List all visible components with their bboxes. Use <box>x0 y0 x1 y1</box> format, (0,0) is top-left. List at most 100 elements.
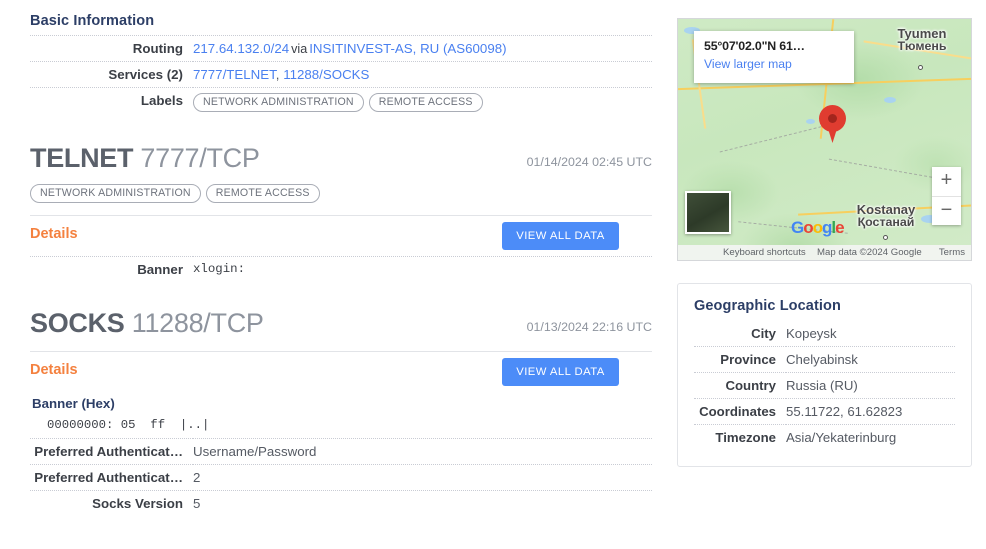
labels-value: NETWORK ADMINISTRATION REMOTE ACCESS <box>193 88 652 118</box>
google-logo-o1: o <box>803 218 813 237</box>
telnet-label-network-administration[interactable]: NETWORK ADMINISTRATION <box>30 184 201 204</box>
routing-asn-link[interactable]: AS60098 <box>447 41 502 56</box>
telnet-banner-value: xlogin: <box>193 262 246 277</box>
map-city-label-kostanay: Kostanay Қостанай <box>838 203 934 229</box>
telnet-title: TELNET 7777/TCP <box>30 143 260 173</box>
right-column: Tyumen Тюмень Kostanay Қостанай 55°07'02… <box>677 18 972 467</box>
telnet-protocol: TELNET <box>30 143 134 174</box>
pin-dot <box>828 114 837 123</box>
socks-version-row: Socks Version 5 <box>30 490 652 517</box>
geo-row-timezone: Timezone Asia/Yekaterinburg <box>694 424 955 451</box>
socks-port: 11288/TCP <box>131 308 264 339</box>
service-link-telnet[interactable]: 7777/TELNET <box>193 67 276 82</box>
label-pill-network-administration[interactable]: NETWORK ADMINISTRATION <box>193 93 364 113</box>
map-city-dot-kostanay <box>883 235 888 240</box>
map-city-label-tyumen: Tyumen Тюмень <box>878 27 966 53</box>
telnet-banner-label: Banner <box>137 262 183 278</box>
socks-version-value: 5 <box>193 496 201 512</box>
map-city-kostanay-ru: Қостанай <box>857 215 915 230</box>
google-logo: Google <box>791 218 845 238</box>
left-column: Basic Information Routing 217.64.132.0/2… <box>30 0 652 516</box>
geo-province-label: Province <box>720 352 776 367</box>
telnet-details-heading: Details <box>30 226 78 243</box>
location-map[interactable]: Tyumen Тюмень Kostanay Қостанай 55°07'02… <box>677 18 972 261</box>
service-section-telnet: TELNET 7777/TCP 01/14/2024 02:45 UTC NET… <box>30 143 652 282</box>
socks-pref-auth-code-value: 2 <box>193 470 201 486</box>
telnet-header: TELNET 7777/TCP 01/14/2024 02:45 UTC <box>30 143 652 174</box>
telnet-port: 7777/TCP <box>140 143 260 174</box>
telnet-divider <box>30 215 652 217</box>
labels-label: Labels <box>140 93 183 108</box>
map-keyboard-shortcuts-link[interactable]: Keyboard shortcuts <box>723 245 806 260</box>
map-terms-link[interactable]: Terms <box>939 245 965 260</box>
telnet-timestamp: 01/14/2024 02:45 UTC <box>526 155 652 170</box>
geo-city-label: City <box>751 326 776 341</box>
telnet-label-remote-access[interactable]: REMOTE ACCESS <box>205 184 320 204</box>
geo-row-province: Province Chelyabinsk <box>694 346 955 373</box>
map-info-card: 55°07'02.0"N 61… View larger map <box>694 31 854 83</box>
telnet-labels: NETWORK ADMINISTRATION REMOTE ACCESS <box>30 183 652 204</box>
basic-information-title: Basic Information <box>30 13 155 29</box>
geo-timezone-value: Asia/Yekaterinburg <box>786 430 897 445</box>
routing-prefix-link[interactable]: 217.64.132.0/24 <box>193 41 289 56</box>
routing-label: Routing <box>132 41 183 56</box>
socks-version-label: Socks Version <box>92 496 183 512</box>
google-logo-g2: g <box>822 218 832 237</box>
map-location-pin[interactable] <box>819 105 846 143</box>
google-logo-g1: G <box>791 218 804 237</box>
services-row: Services (2) 7777/TELNET, 11288/SOCKS <box>30 61 652 88</box>
geo-row-city: City Kopeysk <box>694 321 955 347</box>
service-section-socks: SOCKS 11288/TCP 01/13/2024 22:16 UTC Det… <box>30 308 652 516</box>
services-label: Services (2) <box>108 67 183 82</box>
telnet-banner-row: Banner xlogin: <box>30 256 652 283</box>
geographic-location-title: Geographic Location <box>694 298 841 314</box>
map-city-dot-tyumen <box>918 65 923 70</box>
view-larger-map-link[interactable]: View larger map <box>704 57 844 71</box>
geo-city-value: Kopeysk <box>786 326 837 341</box>
geo-country-value: Russia (RU) <box>786 378 858 393</box>
socks-banner-hex-heading: Banner (Hex) <box>32 396 115 412</box>
google-logo-o2: o <box>812 218 823 237</box>
geographic-location-table: City Kopeysk Province Chelyabinsk Countr… <box>694 321 955 450</box>
telnet-view-all-data-button[interactable]: VIEW ALL DATA <box>502 222 619 251</box>
labels-row: Labels NETWORK ADMINISTRATION REMOTE ACCE… <box>30 87 652 118</box>
geographic-location-panel: Geographic Location City Kopeysk Provinc… <box>677 283 972 467</box>
socks-pref-auth-value: Username/Password <box>193 444 317 460</box>
map-zoom-in-button[interactable]: + <box>932 167 961 196</box>
socks-view-all-data-button[interactable]: VIEW ALL DATA <box>502 358 619 387</box>
socks-banner-hex-line: 00000000: 05 ff |..| <box>47 418 210 433</box>
socks-divider <box>30 351 652 353</box>
map-coordinates-text: 55°07'02.0"N 61… <box>704 39 805 53</box>
socks-timestamp: 01/13/2024 22:16 UTC <box>526 320 652 335</box>
map-water-2 <box>806 119 815 124</box>
geo-row-coordinates: Coordinates 55.11722, 61.62823 <box>694 398 955 425</box>
google-logo-e: e <box>835 218 845 237</box>
socks-title: SOCKS 11288/TCP <box>30 308 264 338</box>
map-zoom-controls[interactable]: + − <box>932 167 961 225</box>
map-city-tyumen-ru: Тюмень <box>897 39 947 54</box>
geo-timezone-label: Timezone <box>715 430 776 445</box>
routing-asn-close-paren: ) <box>502 41 507 56</box>
basic-information-table: Routing 217.64.132.0/24 via INSITINVEST-AS… <box>30 35 652 117</box>
socks-header: SOCKS 11288/TCP 01/13/2024 22:16 UTC <box>30 308 652 339</box>
geo-province-value: Chelyabinsk <box>786 352 858 367</box>
map-attribution-bar: Keyboard shortcuts Map data ©2024 Google… <box>678 245 971 260</box>
map-zoom-out-button[interactable]: − <box>932 197 961 226</box>
geo-coordinates-label: Coordinates <box>699 404 776 419</box>
host-detail-page: Basic Information Routing 217.64.132.0/2… <box>0 0 986 549</box>
service-link-socks[interactable]: 11288/SOCKS <box>283 67 369 82</box>
routing-via-text: via <box>291 42 308 56</box>
label-pill-remote-access[interactable]: REMOTE ACCESS <box>368 93 483 113</box>
map-data-attribution: Map data ©2024 Google <box>817 247 922 258</box>
geo-country-label: Country <box>725 378 776 393</box>
geo-row-country: Country Russia (RU) <box>694 372 955 399</box>
routing-asn-name-link[interactable]: INSITINVEST-AS, RU <box>309 41 439 56</box>
socks-pref-auth-label: Preferred Authenticat… <box>34 444 183 460</box>
geo-coordinates-value: 55.11722, 61.62823 <box>786 404 903 419</box>
map-satellite-thumbnail-button[interactable] <box>685 191 731 234</box>
telnet-details-table: Banner xlogin: <box>30 256 652 282</box>
map-water-3 <box>884 97 896 103</box>
routing-row: Routing 217.64.132.0/24 via INSITINVEST-AS… <box>30 35 652 62</box>
routing-value: 217.64.132.0/24 via INSITINVEST-AS, RU (AS… <box>193 36 652 62</box>
socks-pref-auth-row: Preferred Authenticat… Username/Password <box>30 438 652 465</box>
